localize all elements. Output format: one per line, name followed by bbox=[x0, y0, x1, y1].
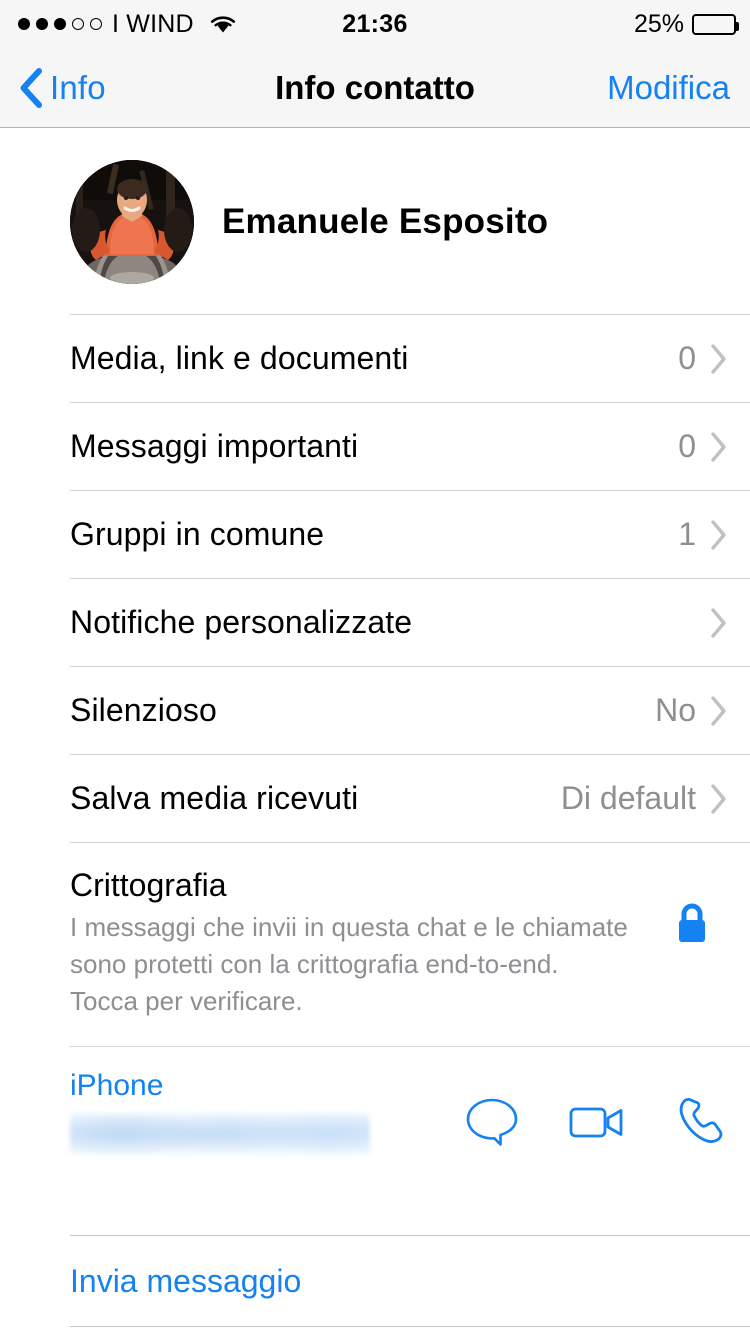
chat-bubble-icon[interactable] bbox=[462, 1093, 522, 1151]
row-accessory: 0 bbox=[678, 428, 728, 465]
row-gruppi-in-comune[interactable]: Gruppi in comune 1 bbox=[0, 490, 750, 578]
edit-button[interactable]: Modifica bbox=[607, 48, 730, 128]
contact-avatar-image bbox=[70, 159, 194, 284]
row-value: Di default bbox=[560, 780, 696, 816]
row-accessory: Di default bbox=[561, 780, 728, 817]
phone-number-redacted[interactable] bbox=[70, 1112, 370, 1155]
whatsapp-contact-info-screen: I WIND 21:36 25% Info Info contatto Modi… bbox=[0, 0, 750, 1334]
row-value: 0 bbox=[678, 428, 696, 464]
battery-percent-label: 25% bbox=[633, 9, 684, 38]
row-label: Salva media ricevuti bbox=[70, 780, 359, 816]
chevron-right-icon bbox=[711, 607, 726, 638]
row-value: 0 bbox=[678, 340, 696, 376]
contact-header[interactable]: Emanuele Esposito bbox=[0, 129, 750, 314]
row-accessory: No bbox=[655, 692, 728, 729]
row-label: Notifiche personalizzate bbox=[70, 604, 413, 640]
row-media-link-documenti[interactable]: Media, link e documenti 0 bbox=[0, 314, 750, 402]
status-bar-right: 25% bbox=[633, 9, 739, 39]
settings-list: Media, link e documenti 0 Messaggi impor… bbox=[0, 314, 750, 1221]
contact-name: Emanuele Esposito bbox=[222, 201, 549, 241]
send-message-label: Invia messaggio bbox=[70, 1262, 302, 1299]
phone-actions bbox=[462, 1093, 730, 1151]
chevron-right-icon bbox=[711, 695, 726, 726]
lock-icon bbox=[679, 903, 705, 942]
row-value: No bbox=[655, 692, 696, 728]
phone-handset-icon[interactable] bbox=[672, 1093, 730, 1151]
row-notifiche-personalizzate[interactable]: Notifiche personalizzate bbox=[0, 578, 750, 666]
row-label: Messaggi importanti bbox=[70, 428, 359, 464]
row-salva-media-ricevuti[interactable]: Salva media ricevuti Di default bbox=[0, 754, 750, 842]
send-message-row[interactable]: Invia messaggio bbox=[0, 1235, 750, 1327]
row-accessory bbox=[696, 607, 728, 639]
encryption-description: I messaggi che invii in questa chat e le… bbox=[70, 912, 628, 1016]
phone-section: iPhone bbox=[0, 1045, 750, 1221]
chevron-right-icon bbox=[711, 431, 726, 462]
encryption-section[interactable]: Crittografia I messaggi che invii in que… bbox=[0, 842, 750, 1046]
battery-icon bbox=[692, 13, 739, 35]
avatar[interactable] bbox=[70, 159, 194, 284]
navigation-bar: Info Info contatto Modifica bbox=[0, 48, 750, 128]
row-messaggi-importanti[interactable]: Messaggi importanti 0 bbox=[0, 402, 750, 490]
chevron-right-icon bbox=[711, 519, 726, 550]
chevron-right-icon bbox=[711, 343, 726, 374]
row-label: Silenzioso bbox=[70, 692, 217, 728]
chevron-right-icon bbox=[711, 783, 726, 814]
encryption-title: Crittografia bbox=[70, 867, 227, 903]
row-silenzioso[interactable]: Silenzioso No bbox=[0, 666, 750, 754]
row-value: 1 bbox=[678, 516, 696, 552]
row-accessory: 0 bbox=[678, 340, 728, 377]
row-label: Media, link e documenti bbox=[70, 340, 409, 376]
video-camera-icon[interactable] bbox=[566, 1097, 628, 1147]
status-bar: I WIND 21:36 25% bbox=[0, 0, 750, 48]
row-label: Gruppi in comune bbox=[70, 516, 325, 552]
row-accessory: 1 bbox=[678, 516, 728, 553]
